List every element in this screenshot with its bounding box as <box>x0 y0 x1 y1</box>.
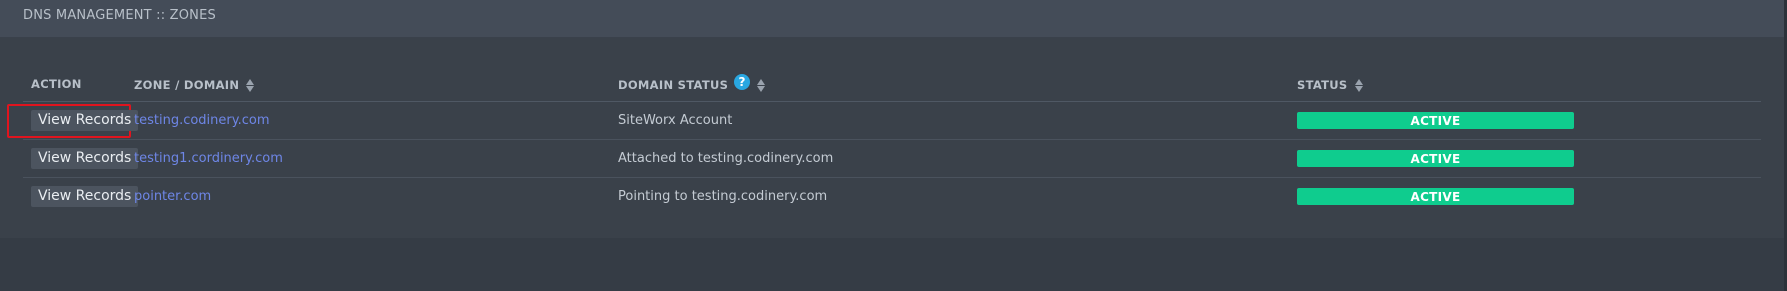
zone-link[interactable]: testing1.cordinery.com <box>134 151 283 166</box>
status-badge: ACTIVE <box>1297 112 1574 129</box>
column-header-status[interactable]: STATUS <box>1297 77 1364 93</box>
view-records-button[interactable]: View Records <box>31 110 139 131</box>
domain-status-text: Pointing to testing.codinery.com <box>618 189 828 204</box>
status-cell: ACTIVE <box>1297 102 1574 139</box>
status-cell: ACTIVE <box>1297 140 1574 177</box>
table-body: View Records testing.codinery.com SiteWo… <box>7 102 1761 215</box>
zone-link[interactable]: testing.codinery.com <box>134 113 269 128</box>
action-cell: View Records <box>31 102 139 139</box>
zones-table: ACTION ZONE / DOMAIN DOMAIN STATUS ? STA… <box>7 63 1761 215</box>
domain-status-cell: Attached to testing.codinery.com <box>618 140 833 177</box>
zone-link[interactable]: pointer.com <box>134 189 211 204</box>
domain-status-cell: Pointing to testing.codinery.com <box>618 178 827 215</box>
table-row: View Records testing.codinery.com SiteWo… <box>7 102 1761 140</box>
domain-status-text: Attached to testing.codinery.com <box>618 151 834 166</box>
column-header-zone[interactable]: ZONE / DOMAIN <box>134 77 255 93</box>
status-badge: ACTIVE <box>1297 150 1574 167</box>
sort-icon[interactable] <box>1354 77 1364 93</box>
zone-cell: testing.codinery.com <box>134 102 269 139</box>
action-cell: View Records <box>31 178 139 215</box>
action-cell: View Records <box>31 140 139 177</box>
help-icon[interactable]: ? <box>734 74 751 90</box>
column-label: ZONE / DOMAIN <box>134 78 240 92</box>
table-row: View Records testing1.cordinery.com Atta… <box>23 140 1761 178</box>
panel-header: DNS MANAGEMENT :: ZONES <box>0 0 1784 38</box>
view-records-button[interactable]: View Records <box>31 148 139 169</box>
column-label: STATUS <box>1297 78 1348 92</box>
column-header-action: ACTION <box>31 77 82 91</box>
table-header: ACTION ZONE / DOMAIN DOMAIN STATUS ? STA… <box>23 63 1761 102</box>
domain-status-text: SiteWorx Account <box>618 113 733 128</box>
status-cell: ACTIVE <box>1297 178 1574 215</box>
page-title: DNS MANAGEMENT :: ZONES <box>23 8 216 23</box>
column-label: DOMAIN STATUS <box>618 78 729 92</box>
sort-icon[interactable] <box>245 77 255 93</box>
zone-cell: testing1.cordinery.com <box>134 140 283 177</box>
table-row: View Records pointer.com Pointing to tes… <box>23 178 1761 215</box>
column-label: ACTION <box>31 77 82 91</box>
column-header-domain-status[interactable]: DOMAIN STATUS ? <box>618 74 766 93</box>
sort-icon[interactable] <box>756 77 766 93</box>
status-badge: ACTIVE <box>1297 188 1574 205</box>
zone-cell: pointer.com <box>134 178 211 215</box>
view-records-button[interactable]: View Records <box>31 186 139 207</box>
domain-status-cell: SiteWorx Account <box>618 102 732 139</box>
